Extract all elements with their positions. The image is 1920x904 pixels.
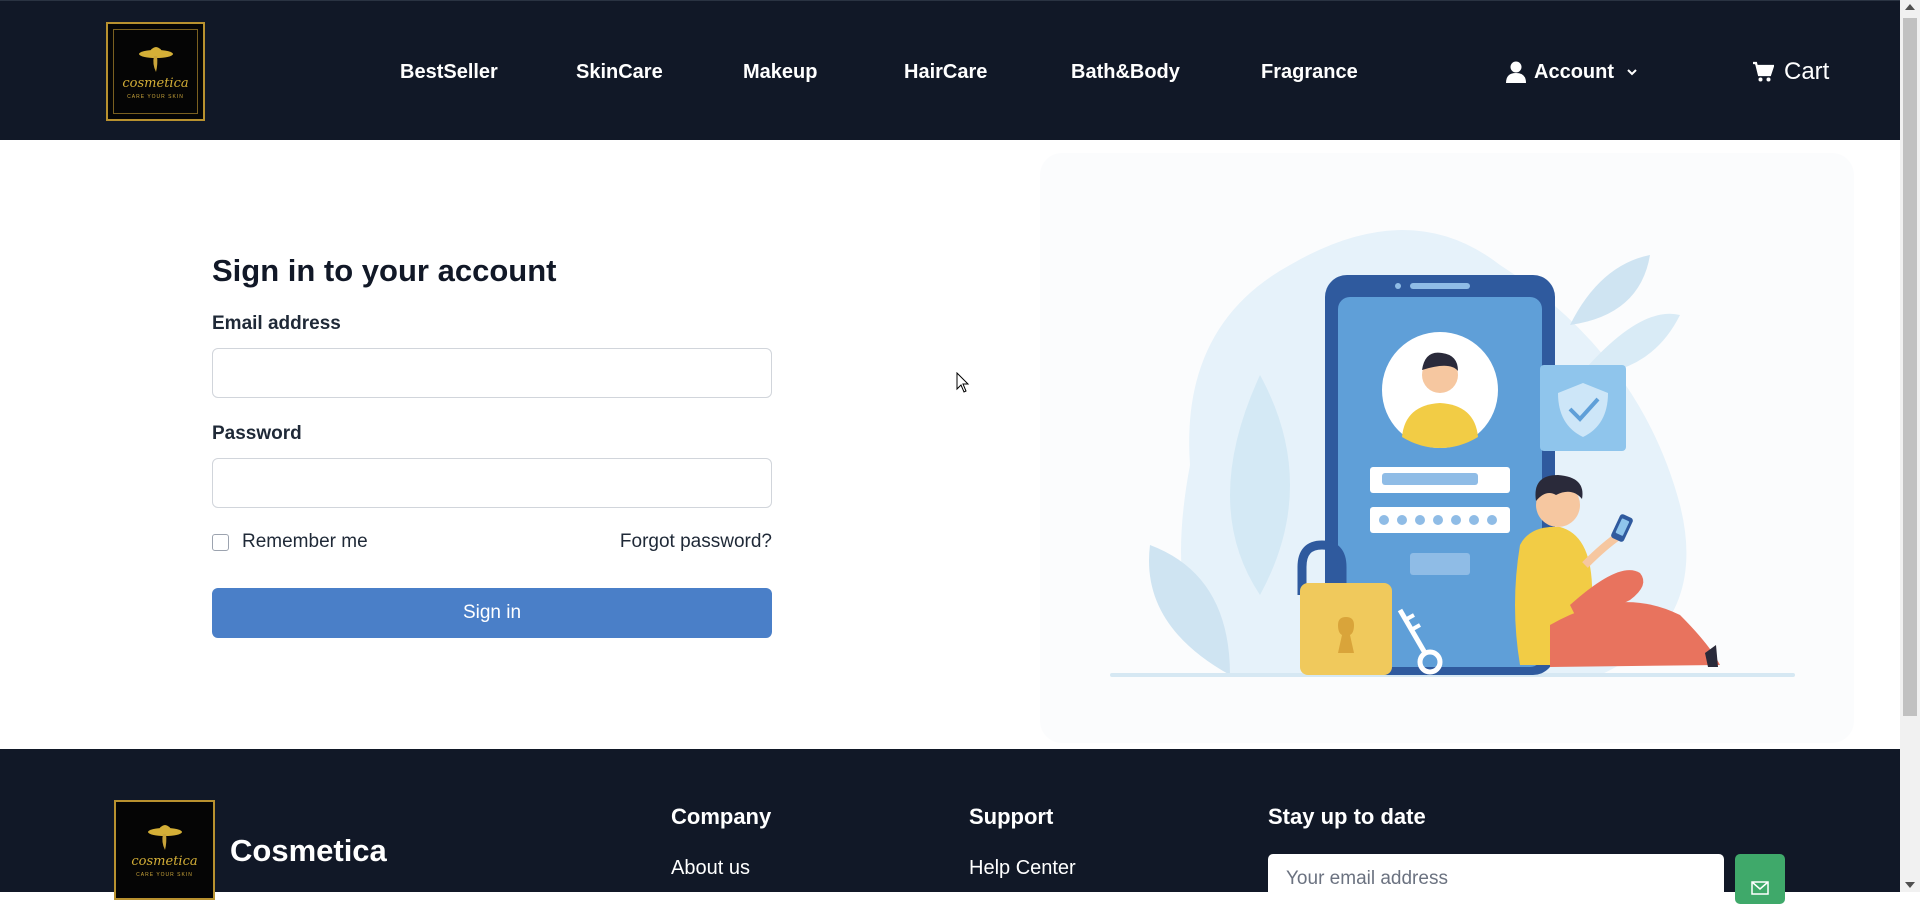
- user-icon: [1506, 61, 1526, 83]
- footer-logo-wordmark: cosmetica: [131, 854, 198, 869]
- cart-label: Cart: [1784, 58, 1830, 85]
- remember-me-option[interactable]: Remember me: [212, 531, 368, 553]
- sign-in-button[interactable]: Sign in: [212, 588, 772, 638]
- page-scrollbar[interactable]: [1900, 0, 1920, 892]
- newsletter-heading: Stay up to date: [1268, 804, 1426, 829]
- logo-tagline: CARE YOUR SKIN: [127, 94, 184, 100]
- email-label: Email address: [212, 313, 341, 334]
- send-icon: [1751, 880, 1769, 895]
- scroll-up-arrow-icon[interactable]: [1905, 4, 1915, 10]
- page-title: Sign in to your account: [212, 253, 557, 288]
- footer-support-heading: Support: [969, 804, 1054, 829]
- forgot-password-link[interactable]: Forgot password?: [615, 531, 772, 553]
- nav-makeup[interactable]: Makeup: [743, 59, 817, 85]
- nav-haircare[interactable]: HairCare: [904, 59, 987, 85]
- newsletter-email-input[interactable]: [1268, 854, 1724, 904]
- site-header: cosmetica CARE YOUR SKIN BestSeller Skin…: [0, 0, 1900, 140]
- footer-brand-name: Cosmetica: [230, 833, 387, 868]
- account-menu[interactable]: Account: [1506, 57, 1638, 87]
- nav-bath-body[interactable]: Bath&Body: [1071, 59, 1180, 85]
- logo-wordmark: cosmetica: [122, 76, 189, 91]
- account-label: Account: [1534, 60, 1614, 83]
- chevron-down-icon: [1627, 69, 1637, 76]
- login-security-illustration: [1110, 230, 1795, 677]
- footer-company-heading: Company: [671, 804, 772, 829]
- footer-link-about-us[interactable]: About us: [671, 857, 750, 880]
- cart-link[interactable]: Cart: [1752, 57, 1829, 87]
- scrollbar-thumb[interactable]: [1903, 18, 1917, 716]
- email-field[interactable]: [212, 348, 772, 398]
- footer-logo[interactable]: cosmetica CARE YOUR SKIN: [114, 800, 215, 900]
- password-label: Password: [212, 423, 302, 444]
- newsletter-submit-button[interactable]: [1735, 854, 1785, 904]
- mouse-cursor-icon: [956, 372, 970, 393]
- scroll-down-arrow-icon[interactable]: [1905, 882, 1915, 888]
- hat-woman-icon: [148, 825, 182, 850]
- site-logo[interactable]: cosmetica CARE YOUR SKIN: [106, 22, 205, 121]
- footer-logo-tagline: CARE YOUR SKIN: [136, 872, 193, 878]
- password-field[interactable]: [212, 458, 772, 508]
- nav-skincare[interactable]: SkinCare: [576, 59, 663, 85]
- nav-bestseller[interactable]: BestSeller: [400, 59, 498, 85]
- footer-link-help-center[interactable]: Help Center: [969, 857, 1076, 880]
- remember-me-checkbox[interactable]: [212, 533, 229, 551]
- cart-icon: [1753, 61, 1774, 82]
- hat-woman-icon: [139, 47, 173, 72]
- remember-me-label: Remember me: [242, 531, 368, 552]
- nav-fragrance[interactable]: Fragrance: [1261, 59, 1358, 85]
